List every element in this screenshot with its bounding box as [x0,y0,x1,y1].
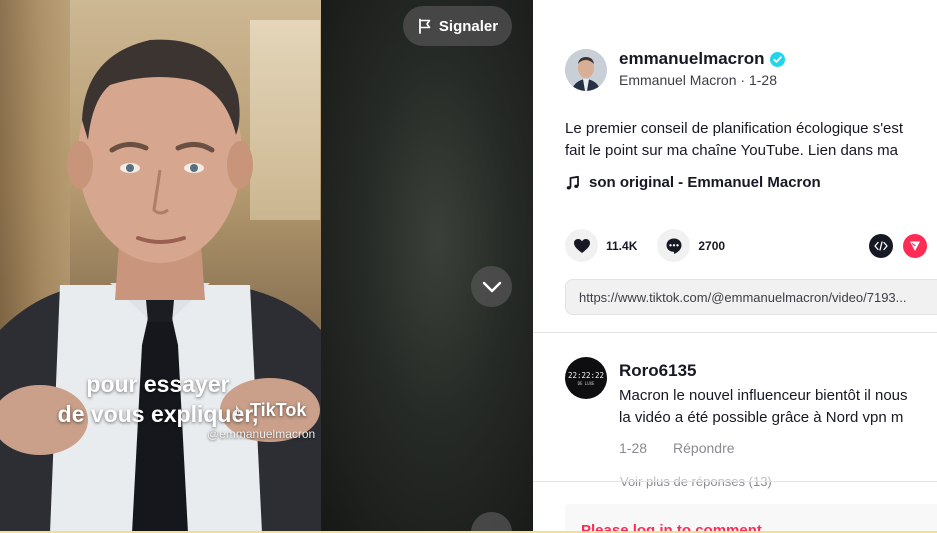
author-avatar-image [565,49,607,91]
username-row: emmanuelmacron [619,49,785,69]
like-button[interactable] [565,229,598,262]
tiktok-logo-icon: ♪ [232,400,241,420]
like-action[interactable]: 11.4K [565,229,637,262]
comment-input-divider [533,481,937,482]
author-display-name: Emmanuel Macron [619,72,737,88]
comment-button[interactable] [657,229,691,262]
chevron-down-icon [482,281,501,292]
like-count: 11.4K [606,238,638,253]
comment-text: Macron le nouvel influenceur bientôt il … [619,385,908,429]
comment-text-line-1: Macron le nouvel influenceur bientôt il … [619,387,908,404]
comment-date: 1-28 [619,440,648,456]
report-label: Signaler [438,17,499,35]
section-divider [533,332,937,333]
comment-item: 22:22:22 DE LUXE Roro6135 Macron le nouv… [565,357,908,456]
comment-body: Roro6135 Macron le nouvel influenceur bi… [619,357,908,456]
commenter-avatar-subtext: DE LUXE [577,380,595,386]
next-video-button[interactable] [471,266,512,307]
author-subline: Emmanuel Macron · 1-28 [619,72,785,88]
tiktok-video-page: pour essayer de vous expliquer, ♪ TikTok … [0,0,937,533]
author-avatar[interactable] [565,49,607,91]
video-blurred-background [320,0,533,533]
heart-icon [573,238,590,253]
flag-icon [419,18,431,34]
comment-meta: 1-28 Répondre [619,440,908,456]
comment-action[interactable]: 2700 [657,229,725,262]
action-bar: 11.4K 2700 [565,229,745,262]
commenter-username[interactable]: Roro6135 [619,361,908,381]
video-url[interactable]: https://www.tiktok.com/@emmanuelmacron/v… [579,290,907,305]
subline-separator: · [736,72,749,88]
description-line-1: Le premier conseil de planification écol… [565,120,904,137]
comment-icon [666,238,682,254]
music-note-icon [566,175,579,189]
reply-button[interactable]: Répondre [673,440,735,456]
login-to-comment-bar[interactable]: Please log in to comment [565,504,937,533]
post-date: 1-28 [748,72,777,88]
send-icon [910,241,920,251]
author-header: emmanuelmacron Emmanuel Macron · 1-28 [565,49,785,91]
commenter-avatar[interactable]: 22:22:22 DE LUXE [565,357,607,399]
author-text: emmanuelmacron Emmanuel Macron · 1-28 [619,49,785,88]
video-frame[interactable]: pour essayer de vous expliquer, ♪ TikTok … [0,0,321,533]
music-label[interactable]: son original - Emmanuel Macron [589,174,821,191]
send-to-friends-button[interactable] [903,234,927,258]
description-line-2: fait le point sur ma chaîne YouTube. Lie… [565,142,898,159]
video-caption-line-1: pour essayer [86,371,230,397]
video-player[interactable]: pour essayer de vous expliquer, ♪ TikTok … [0,0,533,533]
music-link[interactable]: son original - Emmanuel Macron [565,174,821,191]
tiktok-watermark: ♪ TikTok [232,400,306,421]
verified-icon [769,51,785,67]
comment-text-line-2: la vidéo a été possible grâce à Nord vpn… [619,409,904,426]
video-info-panel: emmanuelmacron Emmanuel Macron · 1-28 Le… [533,0,937,533]
copy-link-field[interactable]: https://www.tiktok.com/@emmanuelmacron/v… [565,279,937,315]
embed-icon [874,241,888,251]
commenter-avatar-text: 22:22:22 [567,370,605,380]
report-button[interactable]: Signaler [403,6,512,46]
embed-button[interactable] [869,234,893,258]
watermark-brand: TikTok [250,400,307,420]
author-username[interactable]: emmanuelmacron [619,49,765,69]
speaker-figure [0,39,321,533]
watermark-handle: @emmanuelmacron [207,427,316,441]
comment-count: 2700 [698,238,726,253]
video-description: Le premier conseil de planification écol… [565,118,937,162]
